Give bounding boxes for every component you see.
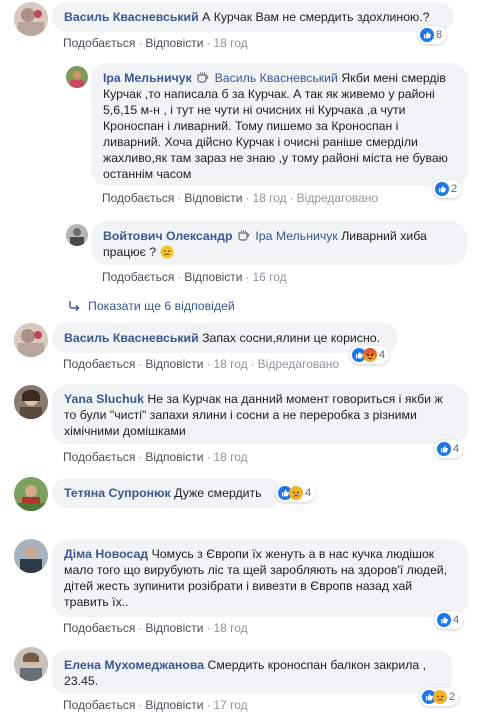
reactions-count: 4: [379, 349, 386, 361]
sad-icon: [433, 690, 447, 704]
confused-face-icon: [160, 245, 174, 259]
reactions-summary[interactable]: 4: [350, 346, 390, 364]
reactions-summary[interactable]: 4: [435, 611, 464, 629]
comment-bubble: Елена Мухомеджанова Смердить кроноспан б…: [52, 650, 452, 694]
comment-text: Дуже смердить: [174, 486, 262, 500]
like-button[interactable]: Подобається: [102, 191, 174, 205]
reactions-summary[interactable]: 4: [435, 440, 464, 458]
timestamp[interactable]: 18 год: [213, 36, 247, 50]
like-icon: [420, 28, 434, 42]
reactions-summary[interactable]: 2: [420, 688, 460, 706]
timestamp[interactable]: 18 год: [213, 621, 247, 635]
reply-button[interactable]: Відповісти: [145, 36, 203, 50]
avatar[interactable]: [66, 224, 88, 246]
avatar[interactable]: [14, 647, 48, 681]
comment-actions: Подобається · Відповісти · 17 год: [63, 698, 248, 712]
reply-button[interactable]: Відповісти: [184, 270, 242, 284]
reactions-summary[interactable]: 8: [418, 26, 447, 44]
author-name[interactable]: Василь Квасневський: [64, 331, 199, 345]
comment-text: Якби мені смердів Курчак ,то написала б …: [103, 71, 448, 181]
coffee-cup-icon: [238, 230, 250, 241]
reactions-summary[interactable]: 4: [276, 484, 316, 502]
avatar[interactable]: [14, 385, 48, 419]
avatar[interactable]: [14, 539, 48, 573]
comment-actions: Подобається · Відповісти · 18 год: [63, 621, 248, 635]
like-button[interactable]: Подобається: [102, 270, 174, 284]
author-name[interactable]: Войтович Олександр: [103, 229, 232, 243]
reactions-count: 8: [436, 29, 443, 41]
author-name[interactable]: Іра Мельничук: [103, 71, 192, 85]
comment-actions: Подобається · Відповісти · 18 год · Відредагов…: [63, 357, 340, 371]
timestamp[interactable]: 18 год: [213, 450, 247, 464]
avatar[interactable]: [14, 477, 48, 511]
comment-bubble: Yana Sluchuk Не за Курчак на данний моме…: [52, 384, 468, 444]
reply-button[interactable]: Відповісти: [184, 191, 242, 205]
timestamp[interactable]: 18 год: [252, 191, 286, 205]
like-icon: [435, 182, 449, 196]
show-more-replies-link[interactable]: Показати ще 6 відповідей: [68, 299, 235, 313]
edited-label[interactable]: Відредаговано: [297, 191, 378, 205]
timestamp[interactable]: 18 год: [213, 357, 247, 371]
like-button[interactable]: Подобається: [63, 698, 135, 712]
show-more-label: Показати ще 6 відповідей: [88, 299, 235, 313]
comment-bubble: Іра Мельничук Василь Квасневський Якби м…: [91, 63, 468, 186]
timestamp[interactable]: 17 год: [213, 698, 247, 712]
reply-button[interactable]: Відповісти: [145, 450, 203, 464]
reply-button[interactable]: Відповісти: [145, 698, 203, 712]
edited-label[interactable]: Відредаговано: [258, 357, 339, 371]
avatar[interactable]: [66, 66, 88, 88]
reply-button[interactable]: Відповісти: [145, 621, 203, 635]
author-name[interactable]: Василь Квасневський: [64, 10, 199, 24]
reply-button[interactable]: Відповісти: [145, 357, 203, 371]
comment-actions: Подобається · Відповісти · 18 год: [63, 450, 248, 464]
avatar[interactable]: [14, 2, 48, 36]
like-button[interactable]: Подобається: [63, 450, 135, 464]
avatar[interactable]: [14, 323, 48, 357]
comment-bubble: Василь Квасневський А Курчак Вам не смер…: [52, 2, 454, 32]
coffee-cup-icon: [197, 72, 209, 83]
comment-actions: Подобається · Відповісти · 16 год: [102, 270, 287, 284]
author-name[interactable]: Yana Sluchuk: [64, 392, 144, 406]
comment-actions: Подобається · Відповісти · 18 год · Відредагов…: [102, 191, 379, 205]
author-name[interactable]: Діма Новосад: [64, 547, 148, 561]
comment-bubble: Тетяна Супронюк Дуже смердить: [52, 478, 282, 508]
reactions-summary[interactable]: 2: [433, 180, 462, 198]
mentioned-user[interactable]: Василь Квасневський: [215, 71, 338, 85]
reply-arrow-icon: [69, 301, 80, 311]
comment-text: А Курчак Вам не смердить здохлиною.?: [202, 10, 430, 24]
comment-bubble: Войтович Олександр Іра Мельничук Ливарни…: [91, 221, 467, 265]
like-button[interactable]: Подобається: [63, 357, 135, 371]
like-icon: [437, 613, 451, 627]
angry-icon: [363, 348, 377, 362]
author-name[interactable]: Тетяна Супронюк: [64, 486, 171, 500]
timestamp[interactable]: 16 год: [252, 270, 286, 284]
reactions-count: 4: [305, 487, 312, 499]
reactions-count: 2: [451, 183, 458, 195]
like-button[interactable]: Подобається: [63, 36, 135, 50]
mentioned-user[interactable]: Іра Мельничук: [255, 229, 338, 243]
like-button[interactable]: Подобається: [63, 621, 135, 635]
comment-bubble: Василь Квасневський Запах сосни,ялини це…: [52, 323, 398, 353]
author-name[interactable]: Елена Мухомеджанова: [64, 658, 204, 672]
comment-bubble: Діма Новосад Чомусь з Європи їх женуть а…: [52, 539, 468, 617]
reactions-count: 4: [453, 443, 460, 455]
like-icon: [437, 442, 451, 456]
reactions-count: 2: [449, 691, 456, 703]
reactions-count: 4: [453, 614, 460, 626]
comment-actions: Подобається · Відповісти · 18 год: [63, 36, 248, 50]
sad-icon: [289, 486, 303, 500]
comment-text: Запах сосни,ялини це корисно.: [202, 331, 380, 345]
